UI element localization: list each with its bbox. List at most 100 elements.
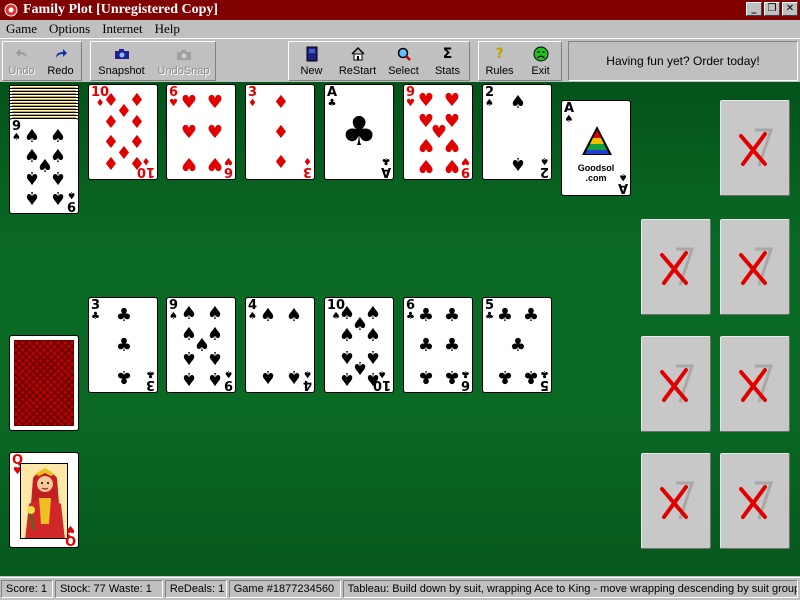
snapshot-label: Snapshot [98, 65, 145, 77]
tableau-card[interactable]: 2 ♠ ♠ ♠ 2 ♠ [482, 84, 552, 180]
snapshot-group: Snapshot UndoSnap [90, 41, 216, 81]
sigma-icon: Σ [442, 46, 453, 62]
diamond-pip: ♦ [272, 122, 290, 143]
x-mark-icon [739, 247, 774, 286]
restore-icon[interactable]: ❐ [764, 2, 780, 16]
tableau-card[interactable]: 6 ♣ ♣ ♣ ♣ ♣ ♣ ♣ 6 ♣ [403, 297, 473, 393]
empty-foundation-slot[interactable] [720, 100, 790, 196]
stats-button[interactable]: Σ Stats [427, 42, 469, 80]
heart-pip: ♥ [443, 155, 461, 176]
empty-foundation-slot[interactable] [720, 453, 790, 549]
card-suit: ♠ [12, 132, 21, 143]
card-suit: ♥ [169, 98, 178, 109]
empty-foundation-slot[interactable] [641, 219, 711, 315]
empty-foundation-slot[interactable] [641, 336, 711, 432]
spade-pip: ♠ [509, 153, 527, 174]
club-pip: ♣ [496, 366, 514, 387]
window-title: Family Plot [Unregistered Copy] [23, 2, 219, 17]
card-suit: ♠ [67, 189, 76, 200]
card-rank: 10 [372, 377, 391, 392]
x-mark-icon [739, 128, 774, 167]
heart-pip: ♥ [443, 90, 461, 111]
snapshot-button[interactable]: Snapshot [91, 42, 153, 80]
empty-foundation-slot[interactable] [641, 453, 711, 549]
menu-internet[interactable]: Internet [96, 21, 148, 37]
spade-pip: ♠ [180, 368, 198, 389]
face-down-card[interactable] [9, 335, 79, 431]
tableau-card[interactable]: 3 ♦ ♦ ♦ ♦ 3 ♦ [245, 84, 315, 180]
club-pip: ♣ [417, 335, 435, 356]
x-mark-icon [739, 364, 774, 403]
tableau-card[interactable]: 3 ♣ ♣ ♣ ♣ 3 ♣ [88, 297, 158, 393]
card-suit: ♥ [65, 523, 75, 534]
minimize-icon[interactable]: _ [746, 2, 762, 16]
select-button[interactable]: Select [381, 42, 427, 80]
menu-game[interactable]: Game [0, 21, 43, 37]
card-rank: 9 [460, 164, 470, 179]
undosnap-button[interactable]: UndoSnap [153, 42, 215, 80]
club-pip: ♣ [522, 366, 540, 387]
foundation-ace-card[interactable]: A ♠ Goodsol .com A ♠ [561, 100, 631, 196]
restart-button[interactable]: ReStart [335, 42, 381, 80]
heart-pip: ♥ [180, 122, 198, 143]
tableau-card[interactable]: 9 ♠ ♠ ♠ ♠ ♠ ♠ ♠ ♠ ♠ ♠ 9 ♠ [166, 297, 236, 393]
card-suit: ♠ [224, 368, 233, 379]
club-pip: ♣ [341, 109, 377, 155]
app-icon[interactable] [3, 2, 19, 18]
card-suit: ♠ [618, 171, 628, 182]
card-suit: ♠ [248, 311, 257, 322]
spade-pip: ♠ [206, 347, 224, 368]
exit-button[interactable]: Exit [521, 42, 561, 80]
spade-pip: ♠ [259, 366, 277, 387]
menu-options[interactable]: Options [43, 21, 96, 37]
card-rank: 3 [302, 164, 312, 179]
redo-button[interactable]: Redo [41, 42, 81, 80]
card-suit: ♠ [540, 155, 549, 166]
hint-panel: Tableau: Build down by suit, wrapping Ac… [342, 580, 798, 598]
menu-help[interactable]: Help [149, 21, 186, 37]
tableau-card[interactable]: 4 ♠ ♠ ♠ ♠ ♠ 4 ♠ [245, 297, 315, 393]
diamond-pip: ♦ [102, 154, 120, 175]
close-icon[interactable]: ✕ [782, 2, 798, 16]
card-rank: 9 [66, 198, 76, 213]
rules-button[interactable]: ? Rules [479, 42, 521, 80]
tableau-card[interactable]: 9 ♥ ♥ ♥ ♥ ♥ ♥ ♥ ♥ ♥ ♥ 9 ♥ [403, 84, 473, 180]
undosnap-icon [174, 45, 194, 63]
card-suit: ♦ [303, 155, 312, 166]
club-pip: ♣ [443, 335, 461, 356]
tableau-card[interactable]: A ♣ ♣ A ♣ [324, 84, 394, 180]
heart-pip: ♥ [417, 90, 435, 111]
tableau-card[interactable]: 5 ♣ ♣ ♣ ♣ ♣ ♣ 5 ♣ [482, 297, 552, 393]
undo-redo-group: Undo Redo [2, 41, 82, 81]
frown-face-icon [531, 45, 551, 63]
queen-hearts-card[interactable]: Q ♥ Q ♥ [9, 452, 79, 548]
spade-pip: ♠ [49, 126, 67, 147]
card-suit: ♠ [485, 98, 494, 109]
order-promo-button[interactable]: Having fun yet? Order today! [568, 41, 798, 81]
x-mark-icon [660, 364, 695, 403]
new-deck-icon [302, 45, 322, 63]
club-pip: ♣ [417, 305, 435, 326]
tableau-card[interactable]: 10 ♦ ♦ ♦ ♦ ♦ ♦ ♦ ♦ ♦ ♦ ♦ 10 ♦ [88, 84, 158, 180]
card-rank: 3 [145, 377, 155, 392]
stock-top-card[interactable]: 9 ♠ ♠ ♠ ♠ ♠ ♠ ♠ ♠ ♠ ♠ 9 ♠ [9, 118, 79, 214]
empty-foundation-slot[interactable] [720, 336, 790, 432]
card-suit: ♠ [169, 311, 178, 322]
club-pip: ♣ [115, 366, 133, 387]
magnifier-icon [394, 45, 414, 63]
club-pip: ♣ [522, 305, 540, 326]
new-button[interactable]: New [289, 42, 335, 80]
club-pip: ♣ [443, 305, 461, 326]
tableau-card[interactable]: 6 ♥ ♥ ♥ ♥ ♥ ♥ ♥ 6 ♥ [166, 84, 236, 180]
card-suit: ♣ [381, 155, 391, 166]
spade-pip: ♠ [259, 305, 277, 326]
exit-label: Exit [531, 65, 550, 77]
undosnap-label: UndoSnap [157, 65, 210, 77]
empty-foundation-slot[interactable] [720, 219, 790, 315]
spade-pip: ♠ [206, 368, 224, 389]
undo-button[interactable]: Undo [3, 42, 41, 80]
game-actions-group: New ReStart Select Σ Stats [288, 41, 470, 81]
score-panel: Score: 1 [1, 580, 53, 598]
tableau-card[interactable]: 10 ♠ ♠ ♠ ♠ ♠ ♠ ♠ ♠ ♠ ♠ ♠ 10 ♠ [324, 297, 394, 393]
select-label: Select [388, 65, 419, 77]
